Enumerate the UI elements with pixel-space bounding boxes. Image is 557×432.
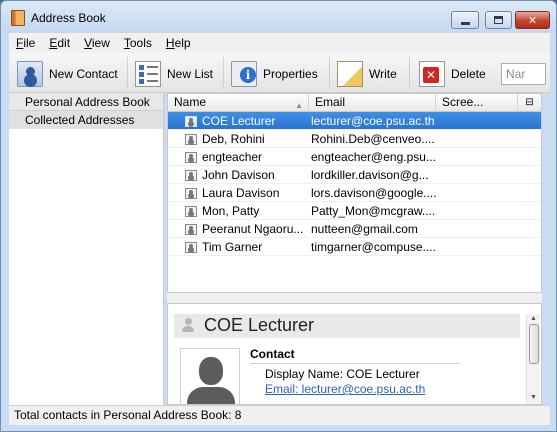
- card-scrollbar[interactable]: ▲ ▼: [526, 314, 540, 404]
- new-contact-icon: [17, 61, 43, 87]
- scrollbar-thumb[interactable]: [529, 324, 539, 364]
- properties-button[interactable]: Properties: [231, 59, 318, 89]
- menu-bar: File Edit View Tools Help: [9, 33, 550, 53]
- contact-email-cell: Rohini.Deb@cenveo....: [311, 132, 435, 146]
- table-row[interactable]: Laura Davison lors.davison@google....: [168, 184, 541, 202]
- delete-button[interactable]: Delete: [419, 59, 486, 89]
- write-button[interactable]: Write: [337, 59, 397, 89]
- contact-name-cell: COE Lecturer: [202, 114, 276, 128]
- contact-email-cell: lecturer@coe.psu.ac.th: [311, 114, 435, 128]
- column-picker-icon[interactable]: ⊟: [518, 94, 541, 112]
- toolbar-separator: [127, 57, 128, 89]
- scroll-up-icon[interactable]: ▲: [530, 315, 537, 322]
- menu-file-label: ile: [23, 36, 36, 50]
- table-body: COE Lecturer lecturer@coe.psu.ac.th Deb, R…: [168, 112, 541, 256]
- status-bar: Total contacts in Personal Address Book:…: [9, 405, 550, 425]
- card-email-link[interactable]: Email: lecturer@coe.psu.ac.th: [265, 382, 425, 396]
- new-list-icon: [135, 61, 161, 87]
- avatar-head-shape: [199, 357, 223, 385]
- contact-name-cell: Laura Davison: [202, 186, 280, 200]
- table-header: Name ▲ Email Scree... ⊟: [168, 94, 541, 112]
- maximize-icon: [494, 16, 503, 24]
- contact-name-cell: Mon, Patty: [202, 204, 260, 218]
- scroll-down-icon[interactable]: ▼: [530, 394, 537, 401]
- table-row[interactable]: Tim Garner timgarner@compuse....: [168, 238, 541, 256]
- column-header-email[interactable]: Email: [309, 94, 436, 112]
- menu-file[interactable]: File: [9, 36, 42, 50]
- contact-name-cell: engteacher: [202, 150, 263, 164]
- close-button[interactable]: ✕: [515, 11, 550, 29]
- contact-email-cell: nutteen@gmail.com: [311, 222, 418, 236]
- avatar: [180, 348, 240, 404]
- table-row[interactable]: Mon, Patty Patty_Mon@mcgraw....: [168, 202, 541, 220]
- new-list-button[interactable]: New List: [135, 59, 213, 89]
- contact-email-cell: Patty_Mon@mcgraw....: [311, 204, 436, 218]
- menu-view-accel: V: [84, 36, 92, 50]
- contact-email-cell: lors.davison@google....: [311, 186, 436, 200]
- write-icon: [337, 61, 363, 87]
- table-row[interactable]: COE Lecturer lecturer@coe.psu.ac.th: [168, 112, 541, 130]
- new-list-label: New List: [167, 67, 214, 81]
- contact-name-cell: Tim Garner: [202, 240, 263, 254]
- delete-icon: [419, 61, 445, 87]
- title-bar[interactable]: Address Book ✕: [1, 1, 556, 33]
- toolbar-separator: [409, 57, 410, 89]
- sidebar-item-personal-address-book[interactable]: Personal Address Book: [9, 93, 163, 111]
- column-header-screen-name[interactable]: Scree...: [436, 94, 518, 112]
- column-header-name-label: Name: [174, 95, 207, 109]
- address-book-list: Personal Address Book Collected Addresse…: [9, 93, 164, 405]
- menu-tools-label: ools: [129, 36, 152, 50]
- table-row[interactable]: John Davison lordkiller.davison@g...: [168, 166, 541, 184]
- delete-label: Delete: [451, 67, 486, 81]
- minimize-icon: [460, 21, 470, 25]
- card-display-name: Display Name: COE Lecturer: [265, 367, 420, 381]
- table-row[interactable]: engteacher engteacher@eng.psu....: [168, 148, 541, 166]
- card-header: COE Lecturer: [174, 314, 520, 338]
- new-contact-button[interactable]: New Contact: [17, 59, 118, 89]
- person-icon: [182, 318, 194, 332]
- window-title: Address Book: [31, 11, 106, 25]
- minimize-button[interactable]: [451, 11, 479, 29]
- write-label: Write: [369, 67, 397, 81]
- contact-email-cell: timgarner@compuse....: [311, 240, 436, 254]
- menu-tools[interactable]: Tools: [117, 36, 159, 50]
- menu-help[interactable]: Help: [159, 36, 198, 50]
- address-book-window: Address Book ✕ File Edit View Tools Help…: [0, 0, 557, 432]
- maximize-button[interactable]: [485, 11, 512, 29]
- search-input[interactable]: Nar: [501, 63, 546, 85]
- contact-email-cell: lordkiller.davison@g...: [311, 168, 429, 182]
- toolbar-separator: [329, 57, 330, 89]
- menu-edit[interactable]: Edit: [42, 36, 77, 50]
- sidebar-item-collected-addresses[interactable]: Collected Addresses: [9, 111, 163, 129]
- column-header-name[interactable]: Name ▲: [168, 94, 309, 112]
- contact-name-cell: Peeranut Ngaoru...: [202, 222, 304, 236]
- table-row[interactable]: Deb, Rohini Rohini.Deb@cenveo....: [168, 130, 541, 148]
- menu-view[interactable]: View: [77, 36, 117, 50]
- contact-email-cell: engteacher@eng.psu....: [311, 150, 436, 164]
- menu-view-label: iew: [91, 36, 110, 50]
- table-row[interactable]: Peeranut Ngaoru... nutteen@gmail.com: [168, 220, 541, 238]
- menu-help-accel: H: [165, 36, 175, 50]
- address-book-app-icon: [11, 10, 25, 26]
- card-contact-name: COE Lecturer: [204, 315, 315, 335]
- contacts-table: Name ▲ Email Scree... ⊟ COE Lecturer lect…: [167, 93, 542, 293]
- pane-splitter[interactable]: [167, 293, 542, 303]
- menu-help-label: elp: [174, 36, 191, 50]
- properties-label: Properties: [263, 67, 318, 81]
- contact-name-cell: John Davison: [202, 168, 275, 182]
- toolbar: New Contact New List Properties Write De…: [9, 53, 550, 93]
- avatar-body-shape: [187, 387, 235, 404]
- card-section-heading: Contact: [250, 347, 460, 364]
- contact-card: COE Lecturer Contact Display Name: COE L…: [167, 303, 542, 405]
- toolbar-separator: [223, 57, 224, 89]
- properties-icon: [231, 61, 257, 87]
- menu-edit-label: dit: [57, 36, 71, 50]
- new-contact-label: New Contact: [49, 67, 118, 81]
- contact-name-cell: Deb, Rohini: [202, 132, 265, 146]
